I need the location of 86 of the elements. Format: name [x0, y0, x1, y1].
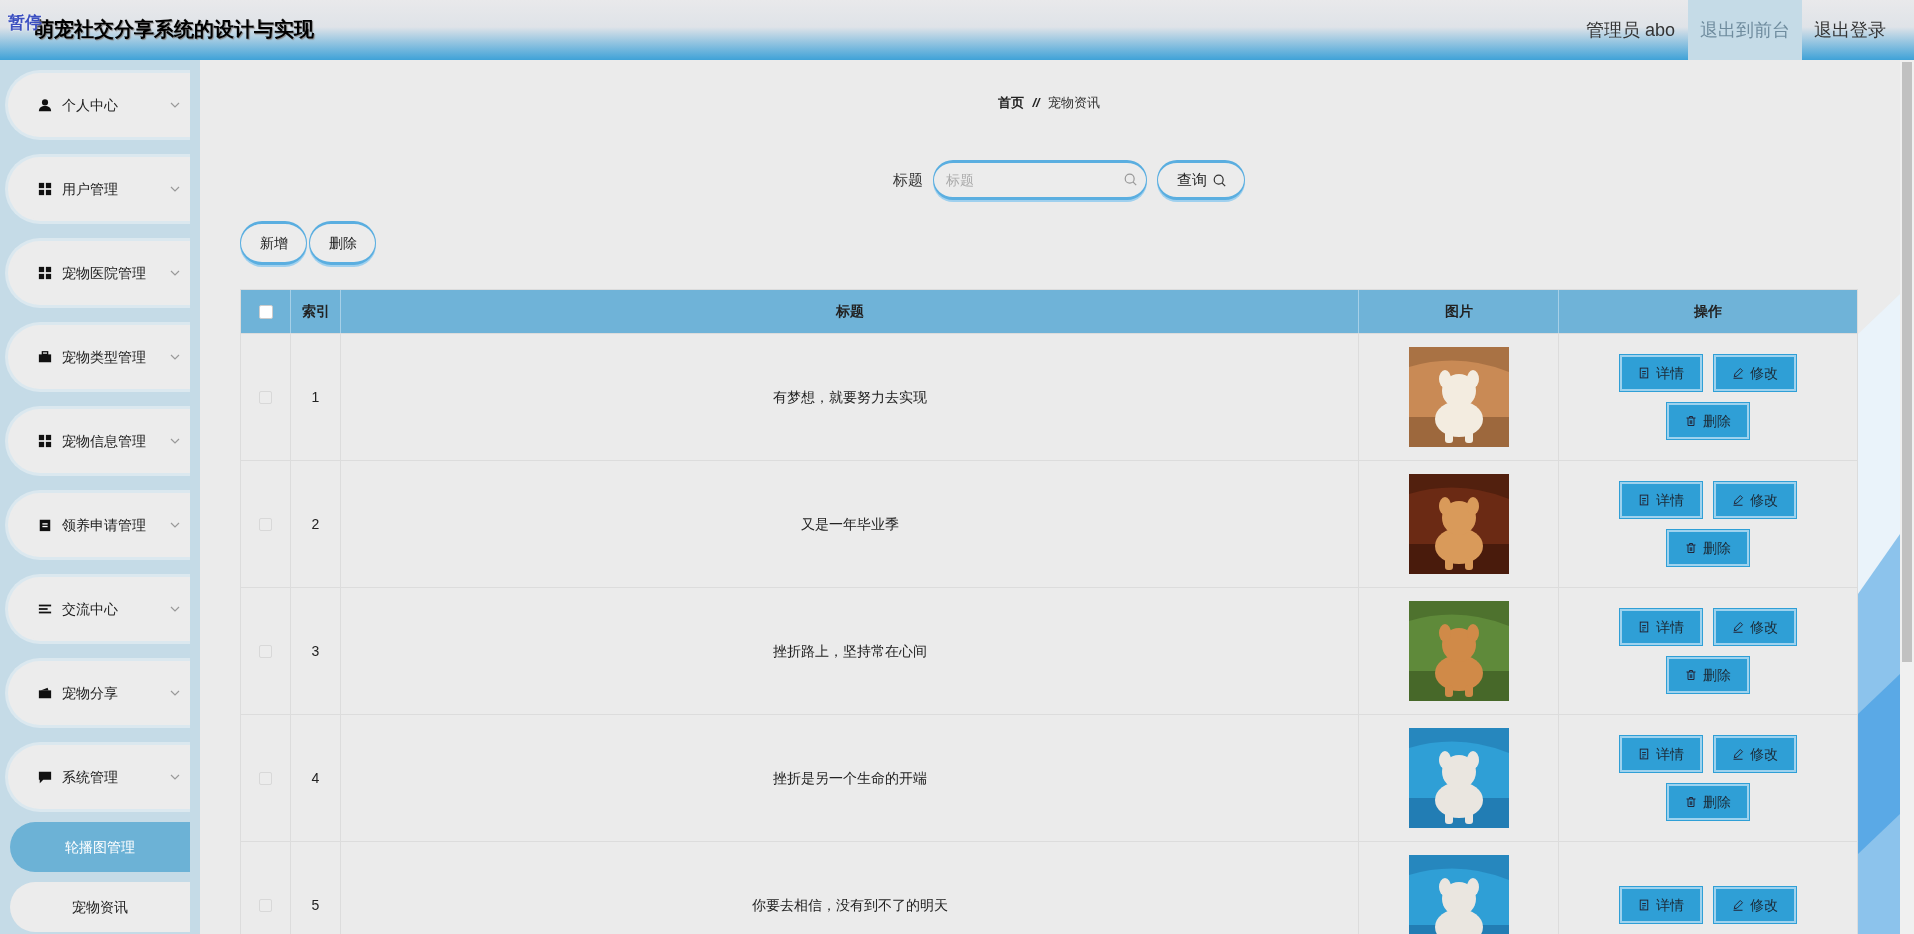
document-icon: [1638, 367, 1650, 379]
row-action-button[interactable]: 详情: [1620, 355, 1702, 391]
user-icon: [38, 98, 52, 112]
table-cell-text: 5: [311, 895, 320, 915]
row-action-button[interactable]: 删除: [1667, 530, 1749, 566]
chevron-down-icon: [170, 352, 180, 362]
sidebar-menu-item[interactable]: 宠物分享: [5, 658, 190, 728]
row-action-button[interactable]: 详情: [1620, 736, 1702, 772]
column-header: 索引: [291, 290, 341, 333]
sidebar-menu-item[interactable]: 领养申请管理: [5, 490, 190, 560]
sidebar-menu-item[interactable]: 交流中心: [5, 574, 190, 644]
trash-icon: [1685, 669, 1697, 681]
list-icon: [38, 602, 52, 616]
chevron-down-icon: [170, 184, 180, 194]
chat-icon: [38, 770, 52, 784]
table-cell-text: 1: [311, 387, 320, 407]
row-action-button[interactable]: 删除: [1667, 657, 1749, 693]
sidebar-menu-item[interactable]: 宠物信息管理: [5, 406, 190, 476]
chevron-down-icon: [170, 268, 180, 278]
admin-user-label: 管理员 abo: [1584, 18, 1676, 42]
search-label: 标题: [893, 169, 923, 190]
row-action-button[interactable]: 修改: [1714, 482, 1796, 518]
chevron-down-icon: [170, 436, 180, 446]
chevron-down-icon: [170, 604, 180, 614]
sidebar-submenu-item[interactable]: 宠物资讯: [10, 882, 190, 932]
pencil-icon: [1732, 494, 1744, 506]
sidebar-menu-item[interactable]: 个人中心: [5, 70, 190, 140]
sidebar-menu-item[interactable]: 用户管理: [5, 154, 190, 224]
briefcase-icon: [38, 350, 52, 364]
breadcrumb-separator: //: [1032, 94, 1040, 113]
table-cell-text: 4: [311, 768, 320, 788]
pencil-icon: [1732, 367, 1744, 379]
wallet-icon: [38, 686, 52, 700]
sidebar-menu-item[interactable]: 宠物类型管理: [5, 322, 190, 392]
row-action-button[interactable]: 修改: [1714, 736, 1796, 772]
row-action-button[interactable]: 详情: [1620, 609, 1702, 645]
document-icon: [1638, 748, 1650, 760]
row-action-button[interactable]: 修改: [1714, 609, 1796, 645]
pencil-icon: [1732, 748, 1744, 760]
pencil-icon: [1732, 899, 1744, 911]
trash-icon: [1685, 415, 1697, 427]
breadcrumb-home-link[interactable]: 首页: [998, 93, 1025, 113]
chevron-down-icon: [170, 520, 180, 530]
breadcrumb-current: 宠物资讯: [1047, 94, 1100, 113]
row-action-button[interactable]: 修改: [1714, 887, 1796, 923]
trash-icon: [1685, 796, 1697, 808]
scrollbar[interactable]: [1900, 60, 1914, 934]
table-cell-text: 有梦想，就要努力去实现: [772, 387, 927, 407]
sidebar-menu-item[interactable]: 宠物医院管理: [5, 238, 190, 308]
trash-icon: [1685, 542, 1697, 554]
table-cell-text: 又是一年毕业季: [800, 514, 899, 534]
row-action-button[interactable]: 修改: [1714, 355, 1796, 391]
row-action-button[interactable]: 删除: [1667, 403, 1749, 439]
scrollbar-thumb[interactable]: [1902, 62, 1912, 662]
grid-icon: [38, 182, 52, 196]
column-header: 标题: [341, 290, 1359, 333]
document-icon: [1638, 899, 1650, 911]
document-icon: [1638, 494, 1650, 506]
chevron-down-icon: [170, 100, 180, 110]
grid-icon: [38, 266, 52, 280]
table-cell-text: 2: [311, 514, 320, 534]
toolbar-action-button[interactable]: 新增: [240, 221, 307, 265]
grid-icon: [38, 434, 52, 448]
sidebar-menu-item[interactable]: 系统管理: [5, 742, 190, 812]
chevron-down-icon: [170, 772, 180, 782]
search-icon: [1124, 173, 1137, 186]
search-button[interactable]: 查询: [1157, 160, 1245, 200]
select-all-checkbox[interactable]: [258, 304, 273, 319]
clipboard-icon: [38, 518, 52, 532]
table-cell-text: 你要去相信，没有到不了的明天: [751, 895, 948, 915]
table-cell-text: 挫折是另一个生命的开端: [772, 768, 927, 788]
column-header: 操作: [1693, 302, 1723, 321]
column-header: 图片: [1359, 290, 1559, 333]
search-icon: [1212, 173, 1226, 187]
table-cell-text: 3: [311, 641, 320, 661]
toolbar-action-button[interactable]: 删除: [309, 221, 376, 265]
row-action-button[interactable]: 详情: [1620, 482, 1702, 518]
pencil-icon: [1732, 621, 1744, 633]
header-link[interactable]: 退出登录: [1802, 0, 1898, 60]
chevron-down-icon: [170, 688, 180, 698]
title-search-field[interactable]: 标题: [933, 160, 1147, 200]
table-cell-text: 挫折路上，坚持常在心间: [772, 641, 927, 661]
row-action-button[interactable]: 删除: [1667, 784, 1749, 820]
document-icon: [1638, 621, 1650, 633]
header-link[interactable]: 退出到前台: [1688, 0, 1802, 60]
row-action-button[interactable]: 详情: [1620, 887, 1702, 923]
